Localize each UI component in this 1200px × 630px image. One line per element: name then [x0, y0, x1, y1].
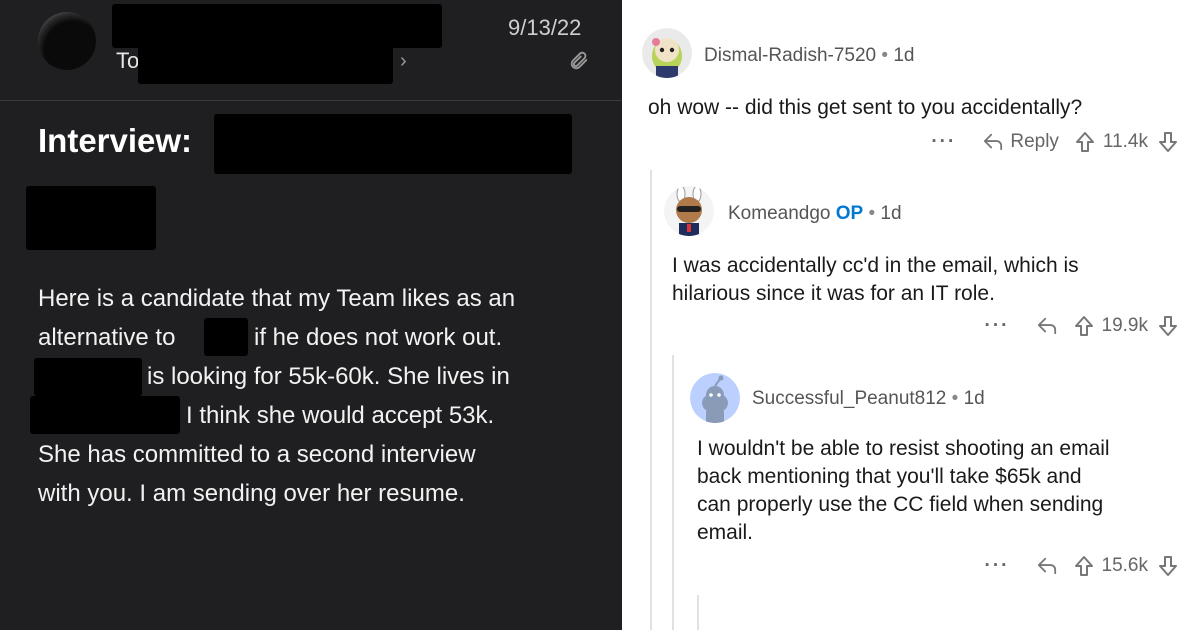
reply-icon[interactable] — [1036, 556, 1058, 576]
separator-dot: • — [881, 45, 894, 66]
comment-actions: ··· 19.9k — [985, 313, 1178, 339]
separator-dot: • — [951, 388, 964, 409]
redacted-greeting — [26, 186, 156, 250]
upvote-icon[interactable] — [1075, 131, 1095, 153]
reddit-thread: Dismal-Radish-7520 • 1d oh wow -- did th… — [622, 0, 1200, 630]
paperclip-icon — [568, 50, 590, 72]
user-avatar[interactable] — [664, 186, 714, 236]
comment-text-line: I was accidentally cc'd in the email, wh… — [672, 254, 1079, 277]
email-body-line: I think she would accept 53k. — [186, 402, 495, 429]
more-options-button[interactable]: ··· — [931, 131, 956, 153]
redacted-location — [30, 396, 180, 434]
user-avatar[interactable] — [642, 28, 692, 78]
comment-text: I wouldn't be able to resist shooting an… — [697, 435, 1110, 547]
separator-dot: • — [868, 203, 881, 224]
comment-age: 1d — [893, 45, 915, 66]
comment-text-line: hilarious since it was for an IT role. — [672, 282, 995, 305]
vote-score: 15.6k — [1101, 555, 1148, 576]
op-badge: OP — [835, 203, 864, 224]
email-subject: Interview: — [38, 122, 193, 159]
redacted-name — [34, 358, 142, 396]
reply-button[interactable]: Reply — [1010, 131, 1059, 153]
thread-line[interactable] — [672, 355, 674, 630]
email-panel: To › 9/13/22 Interview: Here is a candid… — [0, 0, 622, 630]
email-body-line: She has committed to a second interview — [38, 441, 476, 468]
comment-text-line: email. — [697, 521, 754, 544]
reply-icon[interactable] — [982, 132, 1004, 152]
comment-text-line: can properly use the CC field when sendi… — [697, 493, 1104, 516]
email-body-line: if he does not work out. — [254, 324, 503, 351]
email-body-line: Here is a candidate that my Team likes a… — [38, 285, 516, 312]
comment-meta: Dismal-Radish-7520 • 1d — [704, 45, 914, 67]
comment-age: 1d — [963, 388, 985, 409]
comment-age: 1d — [880, 203, 902, 224]
upvote-icon[interactable] — [1074, 315, 1094, 337]
email-body-line: with you. I am sending over her resume. — [38, 480, 465, 507]
comment-username[interactable]: Dismal-Radish-7520 — [704, 45, 876, 66]
user-avatar[interactable] — [690, 373, 740, 423]
downvote-icon[interactable] — [1158, 555, 1178, 577]
comment-username[interactable]: Successful_Peanut812 — [752, 388, 946, 409]
vote-score: 11.4k — [1102, 131, 1148, 152]
vote-score: 19.9k — [1101, 315, 1148, 336]
comment-text-line: back mentioning that you'll take $65k an… — [697, 465, 1082, 488]
comment-text: I was accidentally cc'd in the email, wh… — [672, 252, 1079, 308]
downvote-icon[interactable] — [1158, 131, 1178, 153]
upvote-icon[interactable] — [1074, 555, 1094, 577]
expand-recipients-chevron-icon[interactable]: › — [400, 50, 407, 73]
redacted-sender — [112, 4, 442, 48]
comment-text-line: I wouldn't be able to resist shooting an… — [697, 437, 1110, 460]
thread-line[interactable] — [650, 170, 652, 630]
email-body-line: is looking for 55k-60k. She lives in — [147, 363, 510, 390]
email-date: 9/13/22 — [508, 15, 582, 40]
redacted-subject — [214, 114, 572, 174]
comment-meta: Successful_Peanut812 • 1d — [752, 388, 985, 410]
sender-avatar[interactable] — [38, 12, 96, 70]
email-body-line: alternative to — [38, 324, 176, 351]
more-options-button[interactable]: ··· — [985, 555, 1010, 577]
comment-text: oh wow -- did this get sent to you accid… — [648, 96, 1083, 119]
more-options-button[interactable]: ··· — [985, 315, 1010, 337]
comment-actions: ··· Reply 11.4k — [931, 129, 1178, 155]
comment-actions: ··· 15.6k — [985, 553, 1178, 579]
header-divider — [0, 100, 622, 101]
reply-icon[interactable] — [1036, 316, 1058, 336]
redacted-recipient — [138, 44, 393, 84]
redacted-name — [204, 318, 248, 356]
downvote-icon[interactable] — [1158, 315, 1178, 337]
to-label: To — [116, 48, 140, 73]
thread-line[interactable] — [697, 595, 699, 630]
comment-meta: Komeandgo OP • 1d — [728, 203, 902, 225]
comment-username[interactable]: Komeandgo — [728, 203, 830, 224]
